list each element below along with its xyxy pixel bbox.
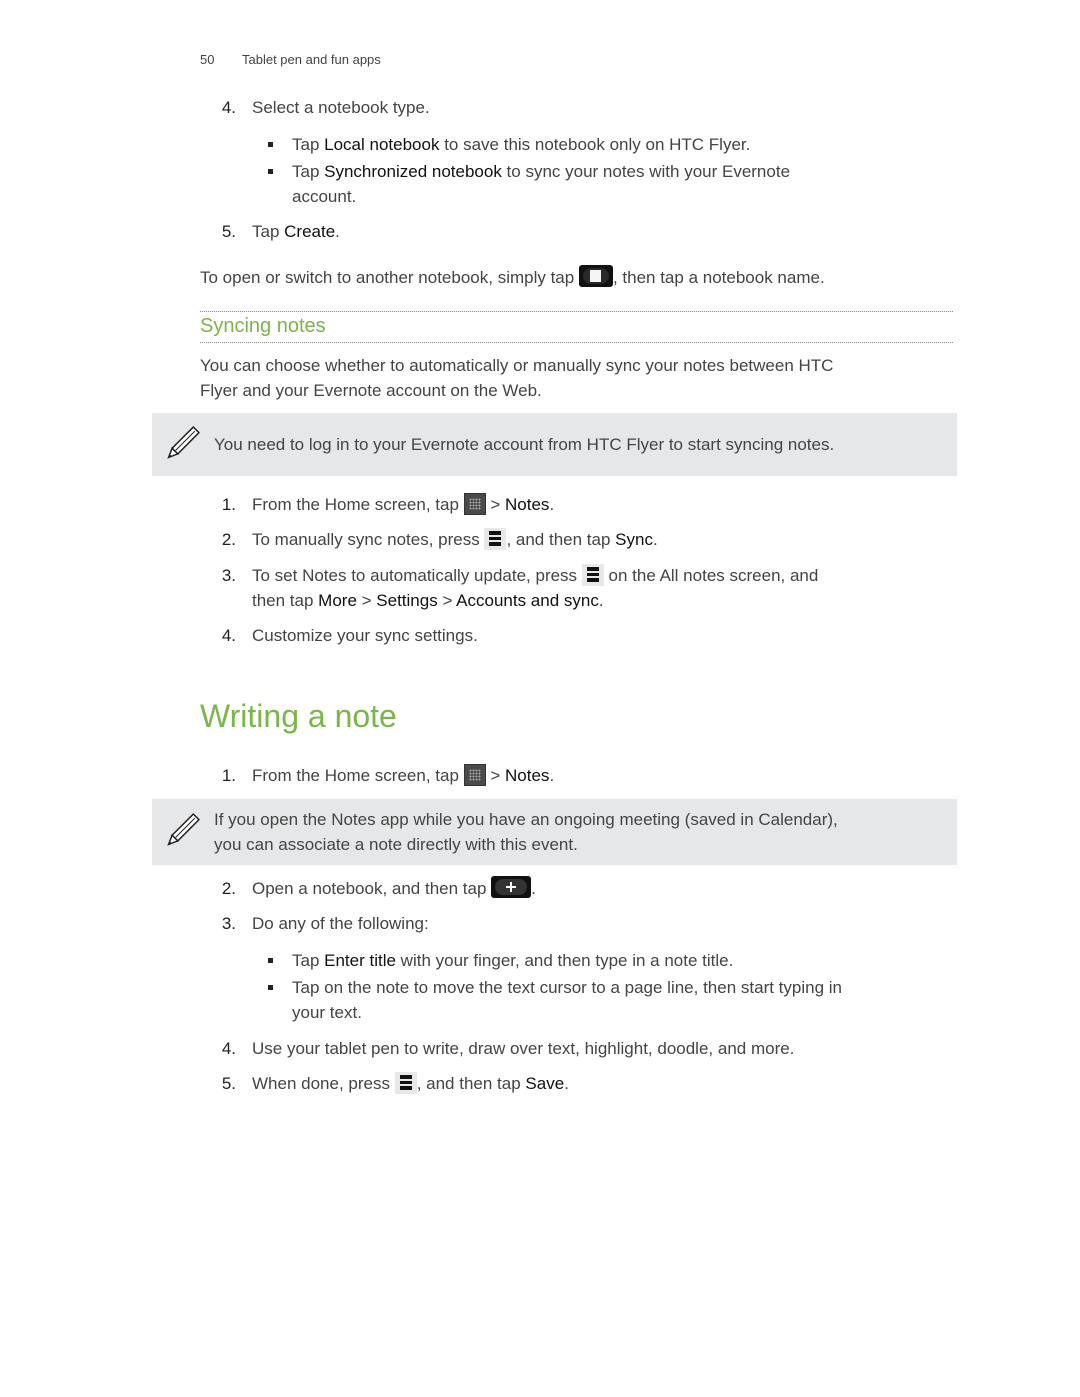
step-text: From the Home screen, tap: [252, 495, 464, 514]
bullet-text: to save this notebook only on HTC Flyer.: [439, 135, 751, 154]
step-text: Tap: [252, 222, 285, 241]
ui-term: Local notebook: [324, 135, 440, 154]
menu-icon: [581, 563, 604, 586]
note-text-line: you can associate a note directly with t…: [214, 835, 578, 854]
step-text: then tap: [252, 591, 319, 610]
divider: [200, 342, 953, 343]
page-section-title: Tablet pen and fun apps: [242, 52, 381, 67]
ui-term: Sync: [615, 530, 653, 549]
step-text: To set Notes to automatically update, pr…: [252, 566, 582, 585]
bullet-text: account.: [292, 187, 357, 206]
bullet-text: to sync your notes with your Evernote: [501, 162, 791, 181]
ui-term: Accounts and sync: [456, 591, 599, 610]
all-apps-icon: [463, 492, 486, 515]
step-number: 4.: [221, 626, 236, 645]
bullet-text: Tap: [292, 135, 325, 154]
paragraph: You can choose whether to automatically …: [200, 353, 833, 403]
add-icon: [491, 875, 532, 898]
paragraph: To open or switch to another notebook, s…: [200, 264, 825, 290]
step-text: Customize your sync settings.: [252, 626, 478, 645]
step-number: 2.: [221, 530, 236, 549]
step-text: Open a notebook, and then tap: [252, 879, 492, 898]
step-number: 3.: [221, 914, 236, 933]
bullet-text: Tap on the note to move the text cursor …: [292, 978, 843, 997]
step-text: Use your tablet pen to write, draw over …: [252, 1039, 795, 1058]
menu-icon: [394, 1071, 417, 1094]
step-text: >: [485, 766, 506, 785]
note-text-line: If you open the Notes app while you have…: [214, 810, 838, 829]
step-number: 5.: [221, 1074, 236, 1093]
ui-term: Notes: [505, 766, 550, 785]
bullet-marker: [268, 958, 273, 963]
pencil-icon: [167, 425, 201, 459]
step-text: From the Home screen, tap: [252, 766, 464, 785]
step-text: Do any of the following:: [252, 914, 429, 933]
step-text: >: [485, 495, 506, 514]
section-heading: Syncing notes: [200, 315, 326, 337]
step-text: .: [564, 1074, 569, 1093]
step-number: 1.: [221, 495, 236, 514]
step-number: 4.: [221, 1039, 236, 1058]
step-text: , and then tap: [416, 1074, 526, 1093]
step-text: .: [652, 530, 658, 549]
bullet-marker: [268, 985, 273, 990]
paragraph-text: Flyer and your Evernote account on the W…: [200, 381, 542, 400]
notebook-icon: [578, 264, 613, 287]
note-callout: If you open the Notes app while you have…: [152, 799, 957, 865]
ui-term: Synchronized notebook: [324, 162, 502, 181]
ui-term: Create: [284, 222, 336, 241]
step-text: >: [437, 591, 457, 610]
step-text: .: [549, 766, 555, 785]
ui-term: Save: [525, 1074, 565, 1093]
paragraph-text: You can choose whether to automatically …: [200, 356, 834, 375]
page-number: 50: [200, 52, 215, 67]
step-number: 5.: [221, 222, 236, 241]
divider: [200, 311, 953, 312]
ui-term: More: [318, 591, 357, 610]
step-text: .: [531, 879, 536, 898]
step-text: When done, press: [252, 1074, 395, 1093]
ui-term: Enter title: [324, 951, 396, 970]
paragraph-text: , then tap a notebook name.: [612, 268, 825, 287]
bullet-text: with your finger, and then type in a not…: [395, 951, 734, 970]
paragraph-text: To open or switch to another notebook, s…: [200, 268, 579, 287]
bullet-marker: [268, 169, 273, 174]
step-number: 3.: [221, 566, 236, 585]
step-text: on the All notes screen, and: [603, 566, 819, 585]
chapter-heading: Writing a note: [200, 698, 397, 734]
step-text: , and then tap: [506, 530, 616, 549]
step-text: .: [598, 591, 604, 610]
note-text: You need to log in to your Evernote acco…: [214, 435, 835, 454]
note-text: If you open the Notes app while you have…: [214, 807, 838, 857]
step-number: 2.: [221, 879, 236, 898]
step-number: 1.: [221, 766, 236, 785]
step-text: .: [335, 222, 340, 241]
menu-icon: [484, 527, 507, 550]
step-text: .: [549, 495, 555, 514]
ui-term: Notes: [505, 495, 550, 514]
step-number: 4.: [221, 98, 236, 117]
step-text: To manually sync notes, press: [252, 530, 485, 549]
bullet-text: Tap: [292, 162, 325, 181]
note-callout: You need to log in to your Evernote acco…: [152, 413, 957, 476]
step-text: Select a notebook type.: [252, 98, 430, 117]
all-apps-icon: [463, 763, 486, 786]
bullet-text: your text.: [292, 1003, 362, 1022]
ui-term: Settings: [376, 591, 438, 610]
step-text: >: [356, 591, 377, 610]
pencil-icon: [167, 812, 201, 846]
bullet-marker: [268, 142, 273, 147]
bullet-text: Tap: [292, 951, 325, 970]
